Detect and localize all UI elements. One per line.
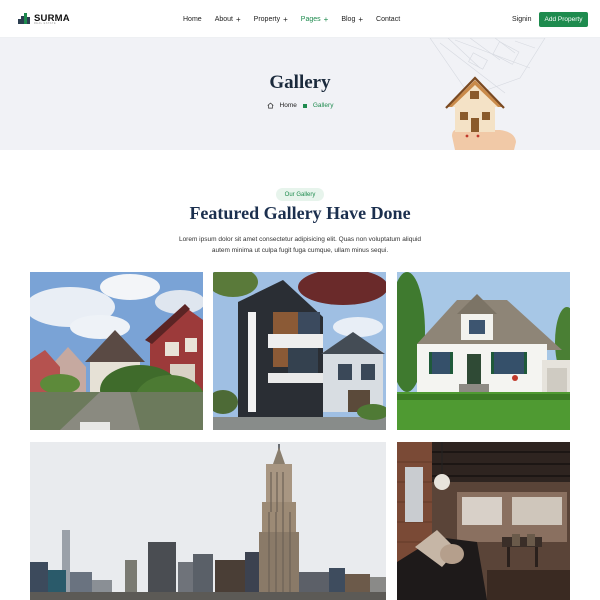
modern-house-photo — [213, 272, 386, 430]
plus-icon: + — [323, 15, 329, 24]
section-title: Featured Gallery Have Done — [189, 203, 411, 223]
gallery-image-modern-house[interactable] — [213, 272, 386, 430]
nav-item-about[interactable]: About + — [215, 16, 241, 24]
breadcrumb-home-link[interactable]: Home — [280, 102, 297, 109]
nav-item-label: Blog — [341, 16, 356, 23]
gallery-image-loft-interior[interactable] — [397, 442, 570, 600]
white-cottage-photo — [397, 272, 570, 430]
plus-icon: + — [358, 15, 364, 24]
signin-link[interactable]: Signin — [512, 16, 531, 24]
section-description-line: Lorem ipsum dolor sit amet consectetur a… — [178, 236, 422, 243]
nav-item-contact[interactable]: Contact — [376, 16, 400, 24]
nav-item-label: Contact — [376, 16, 401, 23]
home-icon — [267, 102, 274, 109]
brand-tagline: REAL ESTATE — [34, 22, 56, 25]
plus-icon: + — [283, 15, 288, 24]
breadcrumb-separator-icon — [302, 103, 307, 108]
blueprint-decoration — [429, 38, 546, 150]
nav-item-blog[interactable]: Blog + — [341, 16, 363, 24]
site-header: SURMA REAL ESTATE Home About + Property + … — [0, 0, 600, 38]
breadcrumb: Home Gallery — [0, 102, 600, 109]
loft-interior-photo — [397, 442, 570, 600]
section-description: Lorem ipsum dolor sit amet consectetur a… — [170, 234, 430, 256]
nav-item-pages[interactable]: Pages + — [301, 16, 329, 24]
city-skyline-photo — [30, 442, 386, 600]
gallery-image-red-houses[interactable] — [30, 272, 203, 430]
logo-buildings-icon — [18, 13, 31, 24]
plus-icon: + — [235, 15, 241, 24]
add-property-button[interactable]: Add Property — [539, 12, 588, 27]
page-hero: Gallery Home Gallery — [0, 38, 600, 150]
breadcrumb-current: Gallery — [312, 102, 334, 109]
nav-item-label: Pages — [300, 16, 321, 23]
nav-item-label: Property — [253, 16, 281, 23]
brand-logo[interactable]: SURMA REAL ESTATE — [18, 13, 70, 25]
main-nav: Home About + Property + Pages + Blog + Conta… — [183, 16, 413, 24]
section-badge: Our Gallery — [276, 188, 324, 201]
page-title: Gallery — [269, 72, 331, 93]
section-description-line: autem minima ut culpa fugit fuga cumque,… — [211, 247, 389, 254]
red-houses-street-photo — [30, 272, 203, 430]
gallery-image-city-skyline[interactable] — [30, 442, 386, 600]
nav-item-property[interactable]: Property + — [254, 16, 288, 24]
nav-item-label: Home — [183, 16, 202, 23]
nav-item-home[interactable]: Home — [183, 16, 202, 24]
nav-item-label: About — [214, 16, 233, 23]
gallery-image-white-cottage[interactable] — [397, 272, 570, 430]
